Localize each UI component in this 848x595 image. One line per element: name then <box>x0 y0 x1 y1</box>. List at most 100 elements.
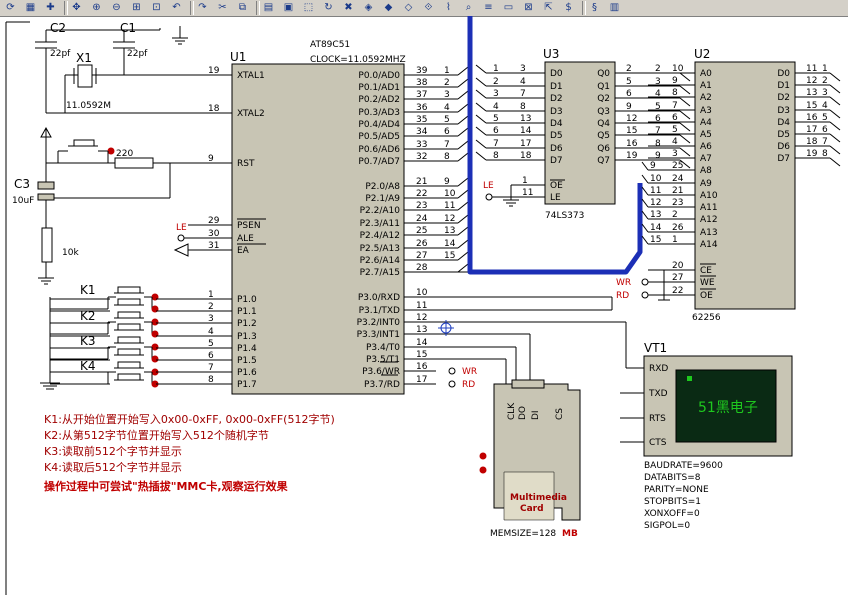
bus-entry <box>641 174 649 184</box>
u3-d-net-label: 1 <box>493 64 499 74</box>
u2-ref: U2 <box>694 47 710 61</box>
vt1-ref: VT1 <box>644 341 667 355</box>
decompose-icon[interactable]: ⟐ <box>422 1 435 14</box>
u1-pin-name: P0.2/AD2 <box>358 95 400 105</box>
erc-icon[interactable]: § <box>588 1 601 14</box>
u3-d-net-label: 4 <box>493 102 499 112</box>
bus-entry <box>457 140 469 150</box>
remove-sheet-icon[interactable]: ⊠ <box>522 1 535 14</box>
schematic-canvas[interactable]: C2 22pf C1 22pf X1 11.0592M 220 C3 10uF … <box>0 16 848 595</box>
u1-pin-name: P1.2 <box>237 319 257 329</box>
u1-pin-number: 1 <box>208 290 214 300</box>
u1-pin-number: 24 <box>416 214 428 224</box>
u3-pin-number: 16 <box>626 139 638 149</box>
x1-ref: X1 <box>76 51 92 65</box>
block-copy-icon[interactable]: ▣ <box>282 1 295 14</box>
u1-net-label: 1 <box>444 66 450 76</box>
wire-autorouter-icon[interactable]: ⌇ <box>442 1 455 14</box>
block-delete-icon[interactable]: ✖ <box>342 1 355 14</box>
paste-icon[interactable]: ▤ <box>262 1 275 14</box>
u1-pin-number: 25 <box>416 226 427 236</box>
bus-entry <box>641 161 649 171</box>
vt1-property: XONXOFF=0 <box>644 509 700 519</box>
mmc-detect-dot-1 <box>479 452 487 460</box>
exit-to-parent-icon[interactable]: ⇱ <box>542 1 555 14</box>
u1-pin-name: P0.5/AD5 <box>358 132 400 142</box>
zoom-out-icon[interactable]: ⊖ <box>110 1 123 14</box>
block-move-icon[interactable]: ⬚ <box>302 1 315 14</box>
vt1-pin-name: RXD <box>649 364 668 374</box>
pan-icon[interactable]: ✥ <box>70 1 83 14</box>
copy-icon[interactable]: ⧉ <box>236 1 249 14</box>
bus-entry <box>829 84 841 94</box>
u1-pin-number: 15 <box>416 350 427 360</box>
package-icon[interactable]: ◇ <box>402 1 415 14</box>
pick-device-icon[interactable]: ◈ <box>362 1 375 14</box>
new-sheet-icon[interactable]: ▭ <box>502 1 515 14</box>
bus-entry <box>641 198 649 208</box>
u1-net-label: 5 <box>444 115 450 125</box>
bus-entry <box>829 109 841 119</box>
u1-clock: CLOCK=11.0592MHZ <box>310 55 406 65</box>
cut-icon[interactable]: ✂ <box>216 1 229 14</box>
search-icon[interactable]: ⌕ <box>462 1 475 14</box>
zoom-in-icon[interactable]: ⊕ <box>90 1 103 14</box>
property-icon[interactable]: ≡ <box>482 1 495 14</box>
u1-pin-number: 21 <box>416 177 427 187</box>
u2-pin-name: D4 <box>777 118 790 128</box>
netlist-icon[interactable]: ▥ <box>608 1 621 14</box>
u3-pin-name: Q6 <box>597 144 610 154</box>
u3-pin-name: Q5 <box>597 131 610 141</box>
k4-label[interactable]: K4 <box>80 359 96 373</box>
u3-pin-number: 2 <box>626 64 632 74</box>
u1-pin-number: 36 <box>416 103 428 113</box>
k1-label[interactable]: K1 <box>80 283 96 297</box>
grid-icon[interactable]: ▦ <box>24 1 37 14</box>
u1-pin-number: 17 <box>416 375 427 385</box>
redo-icon[interactable]: ↷ <box>196 1 209 14</box>
u3-part: 74LS373 <box>545 211 584 221</box>
u3-d-net-label: 3 <box>493 89 499 99</box>
u3-pin-number: 12 <box>626 114 637 124</box>
mmc-label-2: Card <box>520 504 544 514</box>
u2-pin-name: A1 <box>700 81 712 91</box>
u2-net-label: 11 <box>650 186 661 196</box>
u2-pin-name: A10 <box>700 191 718 201</box>
u2-pin-number: 3 <box>672 149 678 159</box>
origin-icon[interactable]: ✚ <box>44 1 57 14</box>
c3-ref: C3 <box>14 177 30 191</box>
u1-pin-name: P1.1 <box>237 307 257 317</box>
vt1-cursor <box>687 376 692 381</box>
k3-label[interactable]: K3 <box>80 334 96 348</box>
u1-pin-number: 6 <box>208 351 214 361</box>
make-device-icon[interactable]: ◆ <box>382 1 395 14</box>
bom-icon[interactable]: $ <box>562 1 575 14</box>
block-rotate-icon[interactable]: ↻ <box>322 1 335 14</box>
rd-terminal-icon <box>448 380 456 388</box>
u1-pin-name: P0.7/AD7 <box>358 157 400 167</box>
u1-pin-name: P2.5/A13 <box>360 244 400 254</box>
u1-net-label: 12 <box>444 214 455 224</box>
u1-net-label: 8 <box>444 152 450 162</box>
zoom-fit-icon[interactable]: ⊞ <box>130 1 143 14</box>
u3-pin-name: Q2 <box>597 94 610 104</box>
u2-pin-number: 18 <box>806 137 818 147</box>
bus-entry <box>457 127 469 137</box>
undo-icon[interactable]: ↶ <box>170 1 183 14</box>
u2-part: 62256 <box>692 313 721 323</box>
u2-pin-number: 21 <box>672 186 683 196</box>
bus-entry <box>679 85 691 95</box>
u1-pin-number: 5 <box>208 339 214 349</box>
bus-entry <box>679 72 691 82</box>
k2-label[interactable]: K2 <box>80 309 96 323</box>
u3-pin-name: D7 <box>550 156 563 166</box>
bus-entry <box>679 97 691 107</box>
zoom-area-icon[interactable]: ⊡ <box>150 1 163 14</box>
c2-value: 22pf <box>50 49 71 59</box>
u2-net-label: 2 <box>822 76 828 86</box>
u2-pin-name: A5 <box>700 130 712 140</box>
bus-entry <box>679 147 691 157</box>
refresh-icon[interactable]: ⟳ <box>4 1 17 14</box>
u1-net-label: 3 <box>444 90 450 100</box>
c1-value: 22pf <box>127 49 148 59</box>
